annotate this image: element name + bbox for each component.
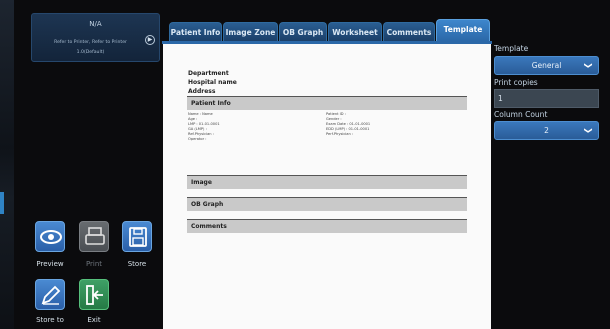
printer-info-panel: N/A Refer to Printer, Refer to Printer 1…	[31, 13, 160, 62]
print-copies-input[interactable]: 1	[494, 89, 599, 108]
field-ref-physician: Ref.Physician :	[188, 132, 214, 136]
tab-worksheet[interactable]: Worksheet	[328, 22, 382, 41]
tab-patient-info[interactable]: Patient Info	[169, 22, 222, 41]
store-to-button[interactable]: Store to	[34, 279, 66, 324]
report-preview-sheet: Department Hospital name Address Patient…	[163, 44, 491, 329]
tab-ob-graph[interactable]: OB Graph	[279, 22, 327, 41]
print-copies-label: Print copies	[494, 78, 538, 87]
template-select[interactable]: General ❯	[494, 56, 599, 75]
template-value: General	[531, 61, 562, 70]
field-edd: EDD (LMP) : 01-01-0001	[326, 127, 370, 131]
field-lmp: LMP : 01-01-0001	[188, 122, 220, 126]
field-perf-physician: Perf.Physician :	[326, 132, 354, 136]
left-edge-strip	[0, 0, 14, 329]
printer-scale-text: 1.0(Default)	[76, 50, 105, 55]
column-count-select[interactable]: 2 ❯	[494, 121, 599, 140]
column-count-value: 2	[544, 126, 549, 135]
printer-icon	[79, 221, 109, 252]
store-label: Store	[127, 260, 147, 268]
edge-marker	[0, 192, 4, 214]
printer-refer-text: Refer to Printer, Refer to Printer	[54, 40, 127, 45]
pencil-icon	[35, 279, 65, 310]
chevron-down-icon: ❯	[584, 62, 594, 69]
field-operator: Operator :	[188, 137, 207, 141]
department-text: Department	[188, 70, 229, 77]
address-text: Address	[188, 88, 216, 95]
printer-name: N/A	[89, 20, 102, 28]
field-name: Name : Name	[188, 112, 213, 116]
patient-info-section: Patient Info	[187, 96, 467, 110]
tab-comments[interactable]: Comments	[383, 22, 435, 41]
field-ga: GA (LMP) :	[188, 127, 207, 131]
print-button[interactable]: Print	[78, 221, 110, 268]
field-gender: Gender :	[326, 117, 342, 121]
hospital-name-text: Hospital name	[188, 79, 237, 86]
exit-label: Exit	[87, 316, 101, 324]
floppy-disk-icon	[122, 221, 152, 252]
field-exam-date: Exam Date : 01-01-0001	[326, 122, 371, 126]
exit-button[interactable]: Exit	[78, 279, 110, 324]
template-label: Template	[494, 44, 529, 53]
store-to-label: Store to	[36, 316, 64, 324]
arrow-right-icon[interactable]: ▶	[145, 35, 155, 45]
comments-section: Comments	[187, 219, 467, 233]
print-label: Print	[85, 260, 103, 268]
column-count-label: Column Count	[494, 110, 548, 119]
chevron-down-icon: ❯	[584, 127, 594, 134]
exit-door-icon	[79, 279, 109, 310]
preview-button[interactable]: Preview	[34, 221, 66, 268]
preview-label: Preview	[36, 260, 64, 268]
eye-icon	[35, 221, 65, 252]
tab-image-zone[interactable]: Image Zone	[223, 22, 278, 41]
field-patient-id: Patient ID :	[326, 112, 346, 116]
field-age: Age :	[188, 117, 198, 121]
ob-graph-section: OB Graph	[187, 197, 467, 211]
tab-template[interactable]: Template	[436, 19, 490, 41]
store-button[interactable]: Store	[121, 221, 153, 268]
image-section: Image	[187, 175, 467, 189]
